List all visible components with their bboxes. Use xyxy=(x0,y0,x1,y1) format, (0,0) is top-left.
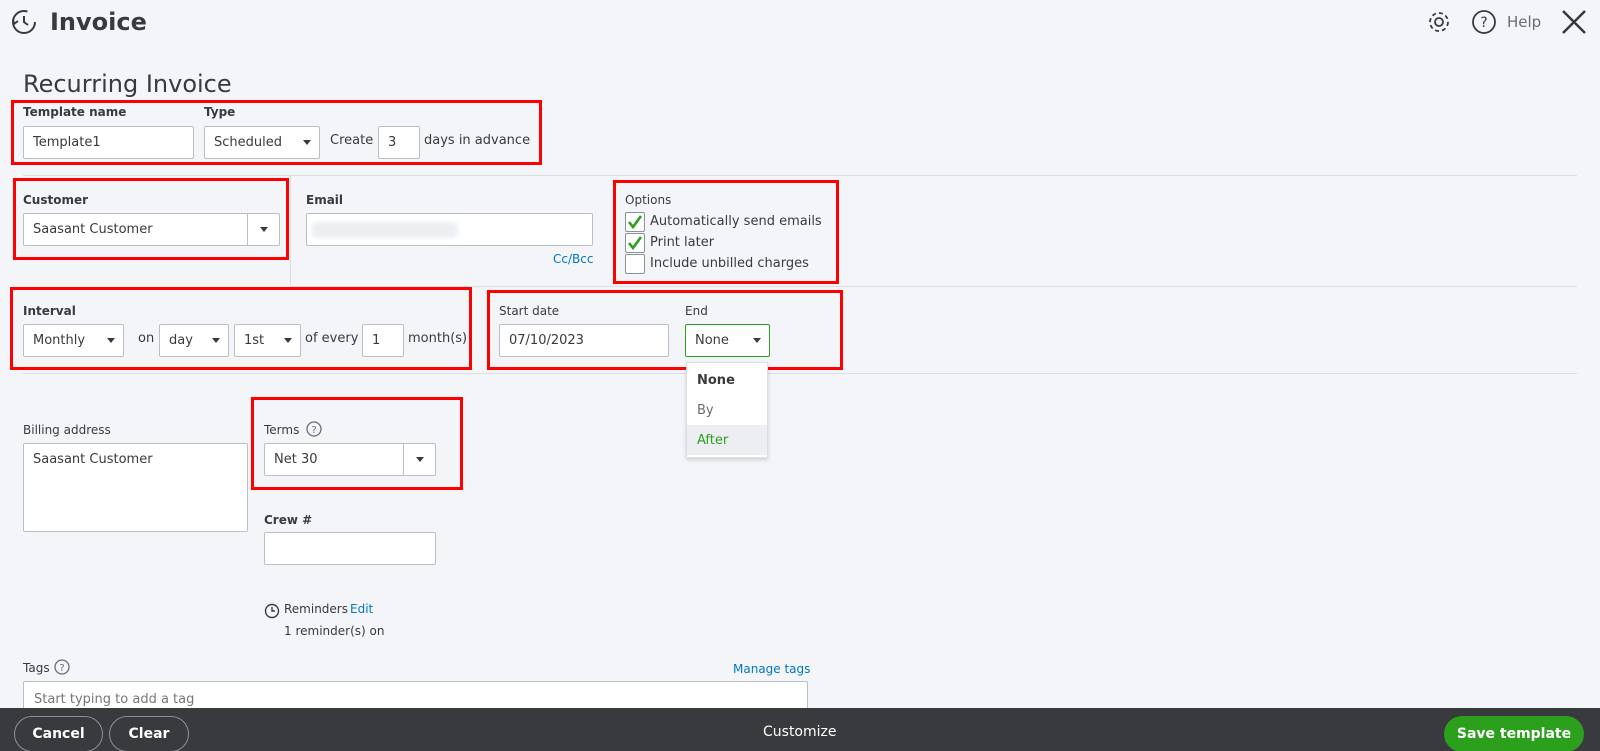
reminders-status: 1 reminder(s) on xyxy=(284,624,385,638)
billing-address-label: Billing address xyxy=(23,423,111,437)
of-every-label: of every xyxy=(305,331,359,346)
cc-bcc-link[interactable]: Cc/Bcc xyxy=(553,252,593,266)
interval-select[interactable]: Monthly xyxy=(23,324,124,357)
create-label: Create xyxy=(330,133,374,148)
svg-text:?: ? xyxy=(1480,15,1487,31)
end-option-none[interactable]: None xyxy=(687,365,767,395)
manage-tags-link[interactable]: Manage tags xyxy=(733,662,810,676)
chevron-down-icon xyxy=(259,227,268,232)
tags-label: Tags xyxy=(23,661,50,675)
chevron-down-icon xyxy=(753,338,761,343)
chevron-down-icon xyxy=(107,338,115,343)
help-icon[interactable]: ? xyxy=(1471,9,1497,35)
end-select[interactable]: None xyxy=(685,324,770,357)
divider xyxy=(23,373,1577,374)
help-link[interactable]: Help xyxy=(1507,13,1541,31)
divider xyxy=(290,286,1577,287)
crew-input[interactable] xyxy=(264,532,436,565)
interval-label: Interval xyxy=(23,304,76,318)
crew-label: Crew # xyxy=(264,513,313,527)
interval-unit-label: month(s) xyxy=(408,331,468,346)
end-label: End xyxy=(685,304,708,318)
options-label: Options xyxy=(625,193,672,207)
terms-select[interactable]: Net 30 xyxy=(264,443,436,476)
header-title: Invoice xyxy=(50,8,147,36)
chevron-down-icon xyxy=(303,140,311,145)
option-print-later[interactable]: Print later xyxy=(625,232,822,253)
days-in-advance-label: days in advance xyxy=(424,133,531,148)
email-redacted xyxy=(312,222,458,238)
terms-label: Terms xyxy=(264,423,300,437)
option-auto-send[interactable]: Automatically send emails xyxy=(625,211,822,232)
chevron-down-icon xyxy=(212,338,220,343)
tags-help-icon[interactable]: ? xyxy=(54,659,70,675)
cancel-button[interactable]: Cancel xyxy=(14,716,103,751)
reminders-label: Reminders xyxy=(284,602,348,616)
svg-text:?: ? xyxy=(311,425,316,436)
option-unbilled-charges[interactable]: Include unbilled charges xyxy=(625,253,822,274)
template-name-label: Template name xyxy=(23,105,127,119)
ordinal-select[interactable]: 1st xyxy=(234,324,301,357)
svg-text:?: ? xyxy=(59,663,64,674)
email-label: Email xyxy=(306,193,344,207)
end-option-after[interactable]: After xyxy=(687,425,767,455)
on-label: on xyxy=(138,331,155,346)
day-select[interactable]: day xyxy=(159,324,229,357)
divider xyxy=(290,175,291,285)
gear-icon[interactable] xyxy=(1426,9,1452,35)
billing-address-textarea[interactable]: Saasant Customer xyxy=(23,443,248,532)
checkbox-unbilled-charges[interactable] xyxy=(625,253,645,274)
template-name-input[interactable]: Template1 xyxy=(23,126,194,159)
customer-label: Customer xyxy=(23,193,89,207)
chevron-down-icon xyxy=(415,457,424,462)
start-date-label: Start date xyxy=(499,304,560,318)
clear-button[interactable]: Clear xyxy=(109,716,189,751)
checkmark-icon xyxy=(627,214,643,229)
customize-button[interactable]: Customize xyxy=(763,724,837,740)
terms-help-icon[interactable]: ? xyxy=(306,421,322,437)
end-option-by[interactable]: By xyxy=(687,395,767,425)
checkbox-print-later[interactable] xyxy=(625,232,645,253)
type-select[interactable]: Scheduled xyxy=(204,126,320,159)
save-template-button[interactable]: Save template xyxy=(1444,716,1584,751)
every-count-input[interactable]: 1 xyxy=(362,324,404,357)
chevron-down-icon xyxy=(284,338,292,343)
start-date-input[interactable]: 07/10/2023 xyxy=(499,324,669,357)
clock-icon xyxy=(264,603,280,619)
recurring-invoice-icon xyxy=(10,8,38,36)
customer-select[interactable]: Saasant Customer xyxy=(23,213,280,246)
close-icon[interactable] xyxy=(1561,9,1587,35)
type-label: Type xyxy=(204,105,236,119)
checkmark-icon xyxy=(627,235,643,250)
page-title: Recurring Invoice xyxy=(23,70,232,98)
divider xyxy=(23,175,1577,176)
checkbox-auto-send[interactable] xyxy=(625,211,645,232)
reminders-edit-link[interactable]: Edit xyxy=(350,602,373,616)
days-in-advance-input[interactable]: 3 xyxy=(378,126,420,159)
options-list: Automatically send emails Print later In… xyxy=(625,211,822,274)
end-dropdown-menu: None By After xyxy=(686,362,768,458)
